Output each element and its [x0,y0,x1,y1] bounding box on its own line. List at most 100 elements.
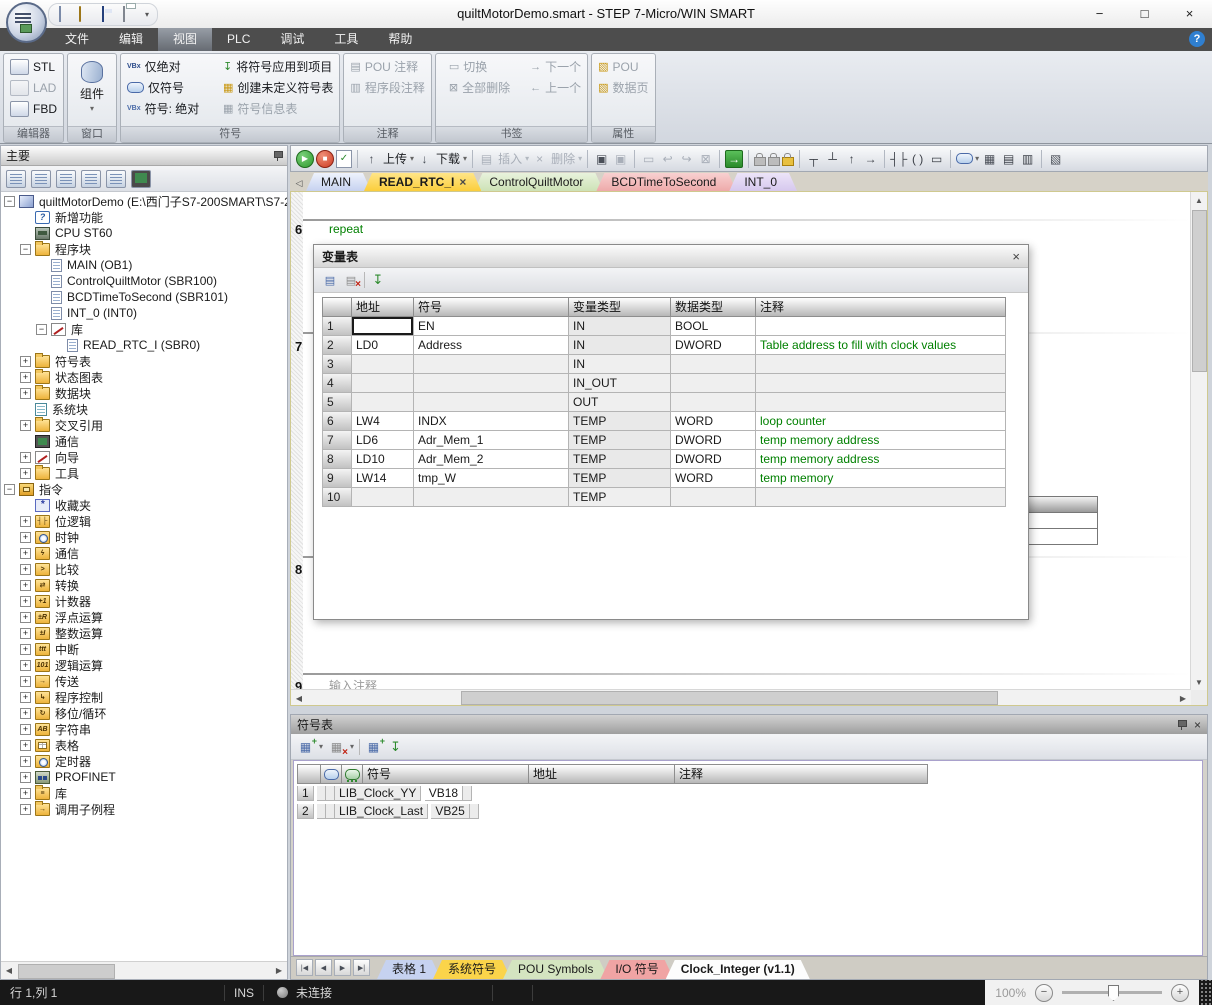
variable-row[interactable]: 4 IN_OUT [322,374,1006,393]
row-number[interactable]: 1 [297,786,314,801]
var-type-cell[interactable]: TEMP [569,469,671,488]
tree-expander-icon[interactable] [20,724,31,735]
resize-grip[interactable] [1199,980,1212,1005]
symbol-cell[interactable] [414,488,569,507]
data-type-cell[interactable]: DWORD [671,336,756,355]
bookmark-toggle-button[interactable]: ▭切换 [446,56,513,77]
selection-box-icon[interactable]: ▭ [640,150,657,168]
row-number[interactable]: 2 [322,336,352,355]
symbol-cell[interactable]: EN [414,317,569,336]
component-button[interactable]: 组件 ▾ [71,56,113,118]
comment-cell[interactable] [463,786,472,801]
tree-item[interactable]: 符号表 [1,353,287,369]
tree-item[interactable]: ⇄ 转换 [1,577,287,593]
help-icon[interactable]: ? [1189,31,1205,47]
address-cell[interactable]: LD0 [352,336,414,355]
tree-item[interactable]: → 传送 [1,673,287,689]
comment-cell[interactable] [756,355,1006,374]
tree-item[interactable]: ↳ 程序控制 [1,689,287,705]
tree-expander-icon[interactable] [20,356,31,367]
tree-expander-icon[interactable] [20,740,31,751]
tree-item[interactable]: 指令 [1,481,287,497]
var-type-cell[interactable]: IN [569,355,671,374]
comment-cell[interactable] [756,374,1006,393]
symbol-cell[interactable] [414,374,569,393]
tree-item[interactable]: AB 字符串 [1,721,287,737]
next-tab-icon[interactable]: ▶ [334,959,351,976]
add-password-lock-icon[interactable] [782,157,794,166]
scroll-right-icon[interactable]: ▶ [1175,690,1191,706]
tree-expander-icon[interactable] [20,516,31,527]
tree-item[interactable]: ┤├ 位逻辑 [1,513,287,529]
tree-item[interactable]: +1 计数器 [1,593,287,609]
address-cell[interactable] [352,317,414,336]
pou-comment-button[interactable]: ▤POU 注释 [347,56,427,77]
row-number[interactable]: 9 [322,469,352,488]
address-cell[interactable]: LW14 [352,469,414,488]
download-label[interactable]: 下载 [436,150,460,167]
row-number[interactable]: 4 [322,374,352,393]
tree-item[interactable]: INT_0 (INT0) [1,305,287,321]
bookmark-next-button[interactable]: →下一个 [527,56,584,77]
pou-jump-icon[interactable]: → [725,150,743,168]
tree-item[interactable]: 向导 [1,449,287,465]
pou-properties-button[interactable]: ▧POU [595,56,651,77]
tree-item[interactable]: 程序块 [1,241,287,257]
pin-icon[interactable] [1177,720,1186,729]
tree-item[interactable]: ? 新增功能 [1,209,287,225]
tree-expander-icon[interactable] [36,324,47,335]
row-number[interactable]: 6 [322,412,352,431]
tree-item[interactable]: 101 逻辑运算 [1,657,287,673]
tree-item[interactable]: ±I 整数运算 [1,625,287,641]
row-number[interactable]: 8 [322,450,352,469]
stop-icon[interactable]: ■ [316,150,334,168]
variable-row[interactable]: 7 LD6 Adr_Mem_1 TEMP DWORD temp memory a… [322,431,1006,450]
tree-expander-icon[interactable] [20,772,31,783]
unlock-icon[interactable] [768,157,780,166]
system-block-view-icon[interactable] [81,170,101,188]
comment-cell[interactable] [470,804,479,819]
menu-tab[interactable]: 工具 [319,28,373,51]
comment-cell[interactable]: Table address to fill with clock values [756,336,1006,355]
tree-item[interactable]: 交叉引用 [1,417,287,433]
data-block-view-icon[interactable] [56,170,76,188]
tree-item[interactable]: 系统块 [1,401,287,417]
pou-tab[interactable]: INT_0 [729,173,797,191]
tree-expander-icon[interactable] [20,660,31,671]
variable-row[interactable]: 1 EN IN BOOL [322,317,1006,336]
last-tab-icon[interactable]: ▶| [353,959,370,976]
apply-symbols-to-project-button[interactable]: ↧将符号应用到项目 [220,56,336,77]
tree-expander-icon[interactable] [20,532,31,543]
apply-changes-icon[interactable]: ↧ [370,273,386,288]
scroll-down-icon[interactable]: ▼ [1191,674,1207,690]
line-up-icon[interactable]: ↑ [843,150,860,168]
line-up-branch-icon[interactable]: ┴ [824,150,841,168]
tree-item[interactable]: 表格 [1,737,287,753]
comment-cell[interactable]: temp memory [756,469,1006,488]
data-type-cell[interactable]: DWORD [671,450,756,469]
ladder-editor-canvas[interactable]: 6 repeat 7 8 9 输入注释 变量表 × ▤ ▤ ↧ [290,191,1208,706]
sidebar-horizontal-scrollbar[interactable]: ◀ ▶ [1,961,287,979]
tree-expander-icon[interactable] [20,644,31,655]
var-type-cell[interactable]: TEMP [569,412,671,431]
zoom-out-button[interactable]: − [1035,984,1053,1002]
tree-item[interactable]: READ_RTC_I (SBR0) [1,337,287,353]
close-button[interactable]: × [1167,0,1212,27]
tab-scroll-left-icon[interactable]: ◁ [292,175,306,191]
symbol-info-table-button[interactable]: ▦符号信息表 [220,98,336,119]
comment-cell[interactable] [756,488,1006,507]
symbol-table-view-icon[interactable] [6,170,26,188]
tree-item[interactable]: MAIN (OB1) [1,257,287,273]
address-cell[interactable]: LD6 [352,431,414,450]
insert-symbol-icon[interactable]: ▦ [365,739,382,755]
new-table-icon[interactable]: ▦ [297,739,314,755]
redo-icon[interactable]: ↪ [678,150,695,168]
symbol-cell[interactable]: tmp_W [414,469,569,488]
pou-tab[interactable]: MAIN [306,173,371,191]
insert-contact-icon[interactable]: ┤├ [890,150,907,168]
network-comment-button[interactable]: ▥程序段注释 [347,77,427,98]
data-type-cell[interactable] [671,355,756,374]
delete-label[interactable]: 删除 [551,150,575,167]
pou-tab[interactable]: BCDTimeToSecond [596,173,736,191]
clear-screen-icon[interactable]: ⊠ [697,150,714,168]
